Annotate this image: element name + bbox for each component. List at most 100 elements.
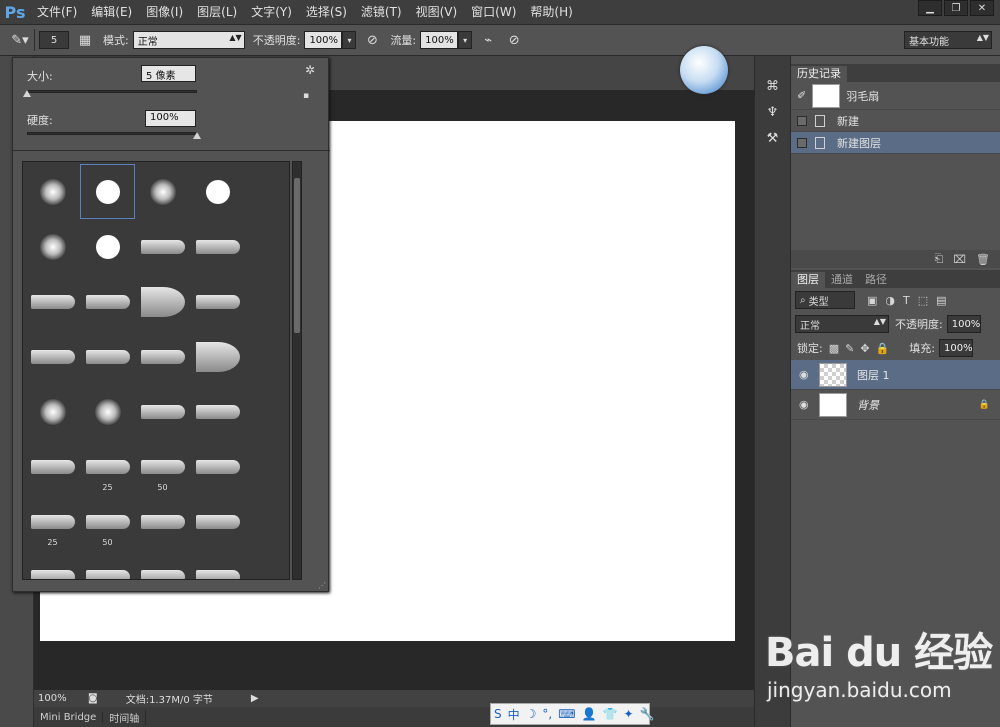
ime-icon-0[interactable]: S — [494, 707, 502, 721]
menu-item-9[interactable]: 帮助(H) — [523, 0, 579, 24]
brush-preset-cell[interactable] — [135, 274, 190, 329]
tab-paths[interactable]: 路径 — [859, 272, 893, 288]
lock-paint-icon[interactable]: ✎ — [845, 342, 854, 355]
brush-preset-cell[interactable] — [135, 549, 190, 579]
blend-mode-select[interactable]: 正常 ▲▼ — [795, 315, 889, 333]
ime-icon-3[interactable]: °, — [542, 707, 552, 721]
zoom-level[interactable]: 100% — [38, 693, 78, 704]
opacity-input[interactable]: 100% — [304, 31, 343, 49]
ime-icon-2[interactable]: ☽ — [526, 707, 537, 721]
pressure-size-icon[interactable]: ⊘ — [504, 30, 524, 50]
brush-preset-cell[interactable] — [135, 384, 190, 439]
filter-type-icon[interactable]: T — [903, 294, 910, 307]
brush-presets-icon[interactable]: ♆ — [760, 102, 786, 122]
menu-item-1[interactable]: 编辑(E) — [84, 0, 139, 24]
history-item[interactable]: 新建 — [791, 110, 1000, 132]
menu-item-2[interactable]: 图像(I) — [139, 0, 190, 24]
brush-grid-scrollbar[interactable] — [292, 161, 302, 580]
fill-input[interactable]: 100% — [938, 339, 973, 357]
brush-preset-cell[interactable]: 50 — [80, 494, 135, 549]
history-brush-source-icon[interactable]: ✐ — [797, 89, 806, 102]
brush-preset-cell[interactable] — [190, 384, 245, 439]
brush-preset-cell[interactable] — [80, 164, 135, 219]
mode-select[interactable]: 正常 ▲▼ — [132, 31, 245, 49]
brush-preset-cell[interactable] — [25, 384, 80, 439]
brush-preset-cell[interactable] — [25, 549, 80, 579]
brush-preset-cell[interactable] — [190, 549, 245, 579]
hardness-input[interactable]: 100% — [145, 110, 196, 127]
layer-opacity-input[interactable]: 100% — [946, 315, 981, 333]
tab-channels[interactable]: 通道 — [825, 272, 859, 288]
menu-item-8[interactable]: 窗口(W) — [464, 0, 523, 24]
menu-item-0[interactable]: 文件(F) — [30, 0, 84, 24]
layer-row[interactable]: ◉ 图层 1 — [791, 360, 1000, 390]
brush-preset-cell[interactable] — [135, 219, 190, 274]
menu-item-4[interactable]: 文字(Y) — [244, 0, 299, 24]
ime-icon-5[interactable]: 👤 — [582, 707, 597, 721]
status-info-icon[interactable]: ◙ — [88, 693, 98, 704]
ime-icon-4[interactable]: ⌨ — [558, 707, 575, 721]
size-slider[interactable] — [27, 90, 197, 93]
scrollbar-thumb[interactable] — [294, 178, 300, 333]
layer-row[interactable]: ◉ 背景 🔒 — [791, 390, 1000, 420]
filter-adjust-icon[interactable]: ◑ — [885, 294, 895, 307]
history-snapshot[interactable]: ✐ 羽毛扇 — [791, 82, 1000, 110]
new-document-from-state-icon[interactable]: ⎗ — [935, 252, 944, 266]
brush-preset-cell[interactable] — [25, 164, 80, 219]
filter-shape-icon[interactable]: ⬚ — [918, 294, 928, 307]
restore-button[interactable]: ❐ — [944, 0, 968, 16]
new-preset-icon[interactable]: ▪ — [303, 91, 309, 101]
menu-item-6[interactable]: 滤镜(T) — [354, 0, 409, 24]
brush-preset-cell[interactable] — [80, 329, 135, 384]
history-item[interactable]: 新建图层 — [791, 132, 1000, 154]
resize-grip-icon[interactable]: ⋰ — [318, 581, 326, 590]
lock-transparent-icon[interactable]: ▩ — [829, 342, 839, 355]
pressure-opacity-icon[interactable]: ⊘ — [362, 30, 382, 50]
camera-icon[interactable]: ⌧ — [953, 253, 966, 266]
size-slider-knob[interactable] — [23, 90, 31, 97]
brush-preset-cell[interactable] — [135, 494, 190, 549]
history-panel-icon[interactable]: ⌘ — [760, 76, 786, 96]
brush-preset-cell[interactable] — [190, 164, 245, 219]
brush-preset-cell[interactable] — [190, 274, 245, 329]
lock-all-icon[interactable]: 🔒 — [876, 342, 890, 355]
ime-icon-1[interactable]: 中 — [508, 706, 520, 723]
lock-move-icon[interactable]: ✥ — [860, 342, 869, 355]
brush-preset-cell[interactable] — [80, 549, 135, 579]
brush-preset-cell[interactable] — [25, 439, 80, 494]
layer-name[interactable]: 图层 1 — [857, 367, 890, 383]
size-input[interactable]: 5 像素 — [141, 65, 196, 82]
menu-item-7[interactable]: 视图(V) — [409, 0, 465, 24]
brush-preset-cell[interactable] — [25, 219, 80, 274]
tool-presets-icon[interactable]: ⚒ — [760, 128, 786, 148]
status-menu-arrow-icon[interactable]: ▶ — [251, 693, 259, 704]
trash-icon[interactable]: 🗑 — [976, 253, 990, 266]
tab-layers[interactable]: 图层 — [791, 272, 825, 288]
brush-preset-cell[interactable] — [80, 274, 135, 329]
brush-panel-toggle-icon[interactable]: ▦ — [75, 30, 95, 50]
brush-preset-cell[interactable] — [135, 164, 190, 219]
brush-preset-cell[interactable]: 25 — [25, 494, 80, 549]
tab-history[interactable]: 历史记录 — [791, 66, 847, 82]
tab-timeline[interactable]: 时间轴 — [103, 709, 147, 725]
brush-preset-cell[interactable] — [25, 274, 80, 329]
workspace-select[interactable]: 基本功能 ▲▼ — [904, 31, 992, 49]
airbrush-icon[interactable]: ⌁ — [478, 30, 498, 50]
layer-filter-select[interactable]: ⌕ 类型 — [795, 291, 855, 309]
filter-pixel-icon[interactable]: ▣ — [867, 294, 877, 307]
brush-preset-cell[interactable] — [190, 219, 245, 274]
tab-mini-bridge[interactable]: Mini Bridge — [34, 711, 104, 723]
ime-icon-8[interactable]: 🔧 — [640, 707, 655, 721]
brush-preset-cell[interactable] — [80, 219, 135, 274]
flow-input[interactable]: 100% — [420, 31, 459, 49]
brush-preset-cell[interactable]: 25 — [80, 439, 135, 494]
close-button[interactable]: ✕ — [970, 0, 994, 16]
brush-preset-cell[interactable] — [190, 329, 245, 384]
history-source-checkbox[interactable] — [797, 137, 807, 148]
brush-size-picker[interactable]: 5 — [39, 31, 69, 49]
filter-smart-icon[interactable]: ▤ — [936, 294, 946, 307]
layer-name[interactable]: 背景 — [857, 397, 879, 413]
history-source-checkbox[interactable] — [797, 115, 807, 126]
hardness-slider-knob[interactable] — [193, 132, 201, 139]
brush-preset-cell[interactable]: 50 — [135, 439, 190, 494]
